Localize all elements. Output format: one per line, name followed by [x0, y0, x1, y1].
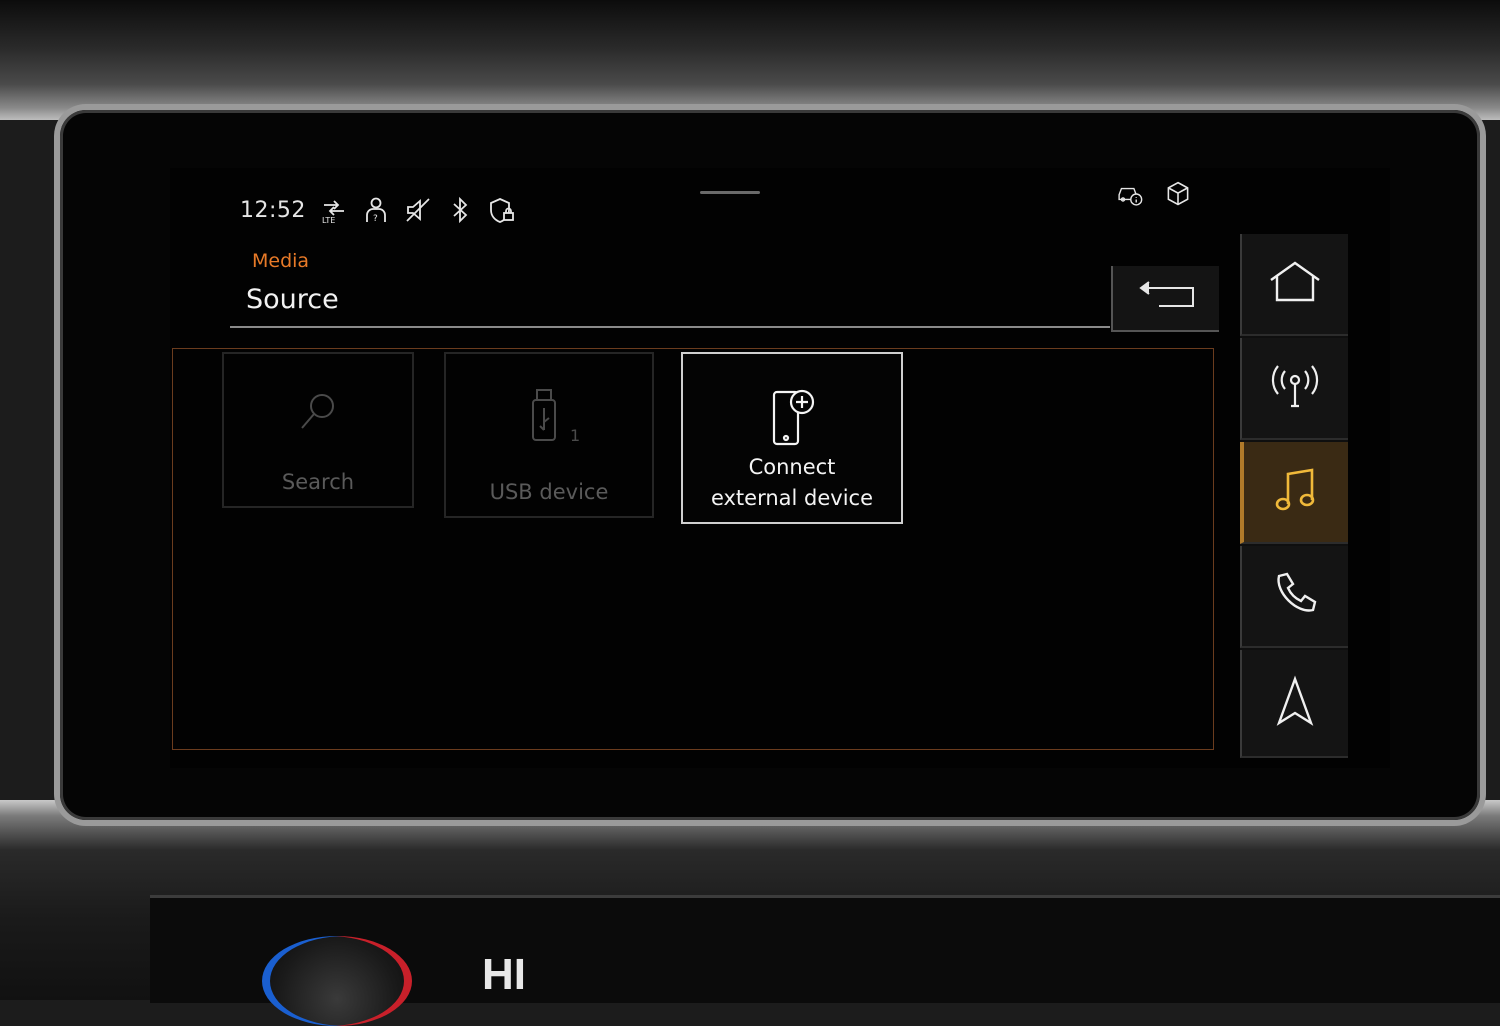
phone-add-icon [683, 386, 901, 448]
nav-navigation[interactable] [1240, 650, 1348, 758]
nav-radio[interactable] [1240, 338, 1348, 440]
vehicle-info-icon[interactable] [1116, 180, 1144, 208]
temperature-knob[interactable] [262, 936, 412, 1026]
lte-data-icon: LTE [320, 196, 348, 224]
pull-down-handle[interactable] [700, 191, 760, 194]
usb-count-badge: 1 [570, 426, 581, 445]
clock: 12:52 [240, 197, 306, 223]
privacy-lock-icon[interactable] [488, 196, 516, 224]
radio-antenna-icon [1269, 362, 1321, 414]
svg-text:?: ? [373, 214, 378, 224]
bluetooth-icon[interactable] [446, 196, 474, 224]
header-divider [230, 326, 1110, 328]
nav-phone[interactable] [1240, 546, 1348, 648]
tile-search[interactable]: Search [222, 352, 414, 508]
music-note-icon [1274, 466, 1318, 518]
status-bar: 12:52 LTE ? [240, 190, 516, 230]
package-icon[interactable] [1164, 180, 1192, 208]
back-button[interactable] [1111, 266, 1219, 332]
svg-text:LTE: LTE [322, 216, 335, 224]
nav-media[interactable] [1240, 442, 1348, 544]
search-icon [224, 390, 412, 434]
home-icon [1267, 260, 1323, 308]
tile-connect-external-device[interactable]: Connect external device [681, 352, 903, 524]
nav-home[interactable] [1240, 234, 1348, 336]
tile-connect-label-line1: Connect [748, 455, 836, 479]
tile-connect-label-line2: external device [710, 486, 874, 510]
tile-usb-label: USB device [489, 480, 609, 504]
breadcrumb: Media [252, 250, 310, 272]
tile-usb-device[interactable]: 1 USB device [444, 352, 654, 518]
mute-icon[interactable] [404, 196, 432, 224]
navigation-arrow-icon [1275, 675, 1315, 731]
fan-level-label: HI [482, 950, 526, 999]
tile-search-label: Search [281, 470, 355, 494]
usb-icon [446, 388, 652, 444]
status-right-icons [1116, 180, 1192, 208]
back-arrow-icon [1135, 280, 1197, 316]
dashboard-top-trim [0, 0, 1500, 120]
phone-icon [1271, 570, 1319, 622]
page-title: Source [246, 284, 339, 315]
profile-icon[interactable]: ? [362, 196, 390, 224]
main-nav-rail [1240, 234, 1348, 758]
